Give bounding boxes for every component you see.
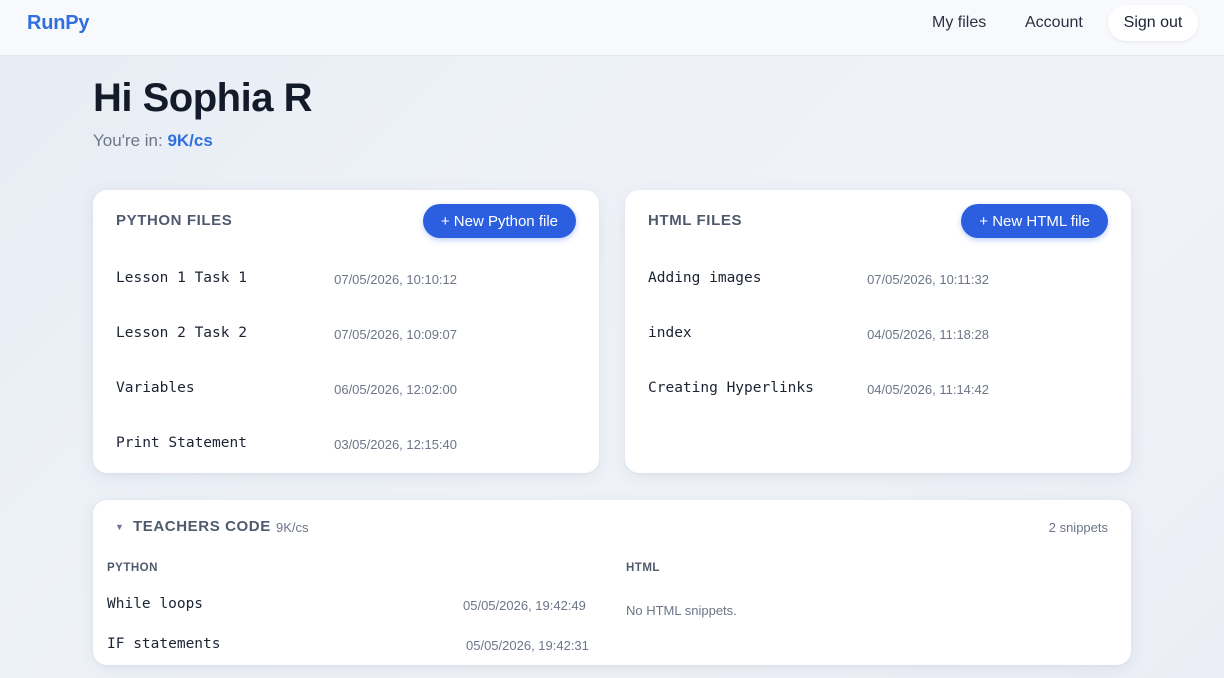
snippet-date: 05/05/2026, 19:42:31	[466, 638, 589, 653]
python-file-row[interactable]: Print Statement 03/05/2026, 12:15:40	[93, 425, 599, 465]
file-name: Lesson 1 Task 1	[116, 270, 247, 286]
file-name: Lesson 2 Task 2	[116, 325, 247, 341]
location-prefix: You're in:	[93, 131, 168, 150]
file-name: index	[648, 325, 692, 341]
file-name: Adding images	[648, 270, 762, 286]
file-modified-date: 07/05/2026, 10:09:07	[334, 327, 457, 342]
collapse-triangle-icon: ▼	[115, 522, 124, 532]
snippet-date: 05/05/2026, 19:42:49	[463, 598, 586, 613]
html-file-row[interactable]: index 04/05/2026, 11:18:28	[625, 315, 1131, 355]
python-files-title: PYTHON FILES	[116, 212, 233, 229]
sign-out-button[interactable]: Sign out	[1108, 5, 1198, 41]
nav-account-link[interactable]: Account	[1025, 14, 1083, 32]
teachers-code-title: TEACHERS CODE	[133, 518, 271, 535]
python-file-row[interactable]: Lesson 2 Task 2 07/05/2026, 10:09:07	[93, 315, 599, 355]
teacher-snippet-row[interactable]: While loops 05/05/2026, 19:42:49	[93, 590, 613, 622]
top-nav-bar: RunPy My files Account Sign out	[0, 0, 1224, 56]
file-modified-date: 07/05/2026, 10:11:32	[867, 272, 989, 287]
python-column-header: PYTHON	[107, 562, 158, 574]
html-files-title: HTML FILES	[648, 212, 743, 229]
file-modified-date: 07/05/2026, 10:10:12	[334, 272, 457, 287]
new-python-file-button[interactable]: + New Python file	[422, 204, 576, 238]
snippet-name: While loops	[107, 596, 204, 612]
nav-my-files-link[interactable]: My files	[932, 14, 986, 32]
html-file-row[interactable]: Adding images 07/05/2026, 10:11:32	[625, 260, 1131, 300]
teacher-snippet-row[interactable]: IF statements 05/05/2026, 19:42:31	[93, 630, 613, 662]
html-file-row[interactable]: Creating Hyperlinks 04/05/2026, 11:14:42	[625, 370, 1131, 410]
new-html-file-button[interactable]: + New HTML file	[961, 204, 1108, 238]
file-name: Creating Hyperlinks	[648, 380, 814, 396]
python-file-row[interactable]: Variables 06/05/2026, 12:02:00	[93, 370, 599, 410]
python-files-card: PYTHON FILES + New Python file Lesson 1 …	[93, 190, 599, 473]
no-html-snippets-message: No HTML snippets.	[626, 603, 737, 618]
html-files-card: HTML FILES + New HTML file Adding images…	[625, 190, 1131, 473]
snippet-count: 2 snippets	[1048, 520, 1108, 535]
snippet-name: IF statements	[107, 636, 221, 652]
html-column-header: HTML	[626, 562, 660, 574]
page-title: Hi Sophia R	[93, 76, 312, 120]
file-name: Print Statement	[116, 435, 247, 451]
file-modified-date: 04/05/2026, 11:18:28	[867, 327, 989, 342]
current-group-label: You're in: 9K/cs	[93, 131, 213, 151]
brand-logo[interactable]: RunPy	[27, 12, 90, 35]
current-group-name[interactable]: 9K/cs	[167, 131, 212, 150]
file-modified-date: 06/05/2026, 12:02:00	[334, 382, 457, 397]
file-modified-date: 03/05/2026, 12:15:40	[334, 437, 457, 452]
teachers-code-card: ▼ TEACHERS CODE 9K/cs 2 snippets PYTHON …	[93, 500, 1131, 665]
teachers-code-group: 9K/cs	[276, 520, 309, 535]
python-file-row[interactable]: Lesson 1 Task 1 07/05/2026, 10:10:12	[93, 260, 599, 300]
file-name: Variables	[116, 380, 195, 396]
file-modified-date: 04/05/2026, 11:14:42	[867, 382, 989, 397]
